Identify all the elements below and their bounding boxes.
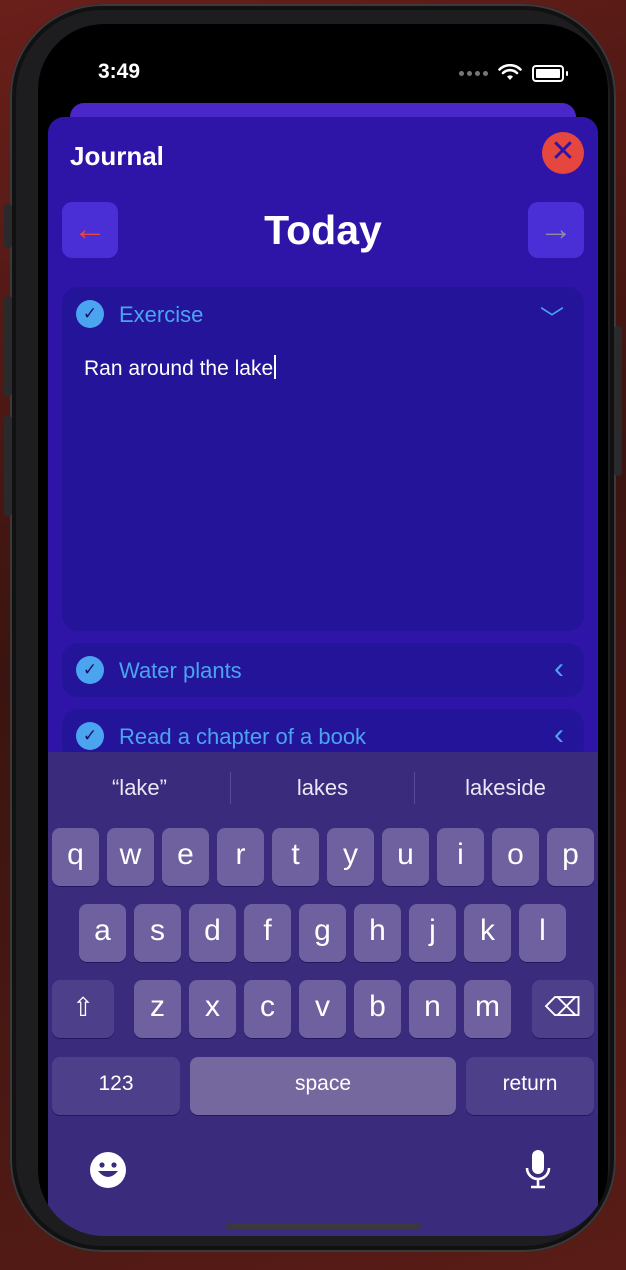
close-button[interactable]: ✕	[542, 132, 584, 174]
delete-icon: ⌫	[544, 992, 582, 1022]
signal-icon	[459, 70, 488, 76]
volume-down-button	[4, 416, 12, 516]
key-d[interactable]: d	[189, 904, 236, 962]
keyboard: “lake” lakes lakeside q w e r t y u i o …	[48, 752, 598, 1236]
key-b[interactable]: b	[354, 980, 401, 1038]
checkmark-icon[interactable]: ✓	[76, 722, 104, 750]
key-s[interactable]: s	[134, 904, 181, 962]
power-button	[614, 326, 622, 476]
key-e[interactable]: e	[162, 828, 209, 886]
volume-up-button	[4, 296, 12, 396]
chevron-left-icon[interactable]: ‹	[554, 718, 564, 752]
suggestion-bar: “lake” lakes lakeside	[48, 766, 598, 810]
task-label: Exercise	[119, 302, 204, 327]
shift-icon: ⇧	[72, 992, 94, 1022]
key-q[interactable]: q	[52, 828, 99, 886]
task-card-water-plants[interactable]: ✓ Water plants ‹	[62, 643, 584, 697]
battery-icon	[532, 64, 564, 82]
key-z[interactable]: z	[134, 980, 181, 1038]
key-o[interactable]: o	[492, 828, 539, 886]
next-day-button[interactable]: →	[528, 202, 584, 258]
checkmark-icon[interactable]: ✓	[76, 300, 104, 328]
task-card-exercise[interactable]: ✓ Exercise ﹀ Ran around the lake	[62, 287, 584, 631]
key-x[interactable]: x	[189, 980, 236, 1038]
chevron-down-icon[interactable]: ﹀	[540, 299, 564, 334]
delete-key[interactable]: ⌫	[532, 980, 594, 1038]
key-i[interactable]: i	[437, 828, 484, 886]
home-indicator[interactable]	[226, 1223, 421, 1229]
status-time: 3:49	[98, 60, 141, 83]
note-text: Ran around the lake	[84, 357, 274, 380]
text-cursor	[274, 355, 277, 379]
task-label: Read a chapter of a book	[119, 724, 367, 749]
close-icon: ✕	[550, 135, 576, 168]
key-w[interactable]: w	[107, 828, 154, 886]
key-f[interactable]: f	[244, 904, 291, 962]
journal-sheet: Journal ✕ ← Today → ✓ Exercise ﹀ Ran aro…	[48, 117, 598, 1236]
emoji-icon[interactable]	[88, 1150, 128, 1190]
key-u[interactable]: u	[382, 828, 429, 886]
numbers-key[interactable]: 123	[52, 1057, 180, 1115]
key-v[interactable]: v	[299, 980, 346, 1038]
microphone-icon[interactable]	[523, 1148, 553, 1192]
mute-switch	[4, 204, 12, 248]
wifi-icon	[498, 64, 522, 80]
battery-tip	[566, 70, 568, 76]
key-l[interactable]: l	[519, 904, 566, 962]
key-n[interactable]: n	[409, 980, 456, 1038]
key-r[interactable]: r	[217, 828, 264, 886]
suggestion-3[interactable]: lakeside	[414, 766, 597, 810]
key-j[interactable]: j	[409, 904, 456, 962]
suggestion-1[interactable]: “lake”	[48, 766, 231, 810]
chevron-left-icon[interactable]: ‹	[554, 652, 564, 686]
day-label: Today	[264, 207, 382, 253]
space-key[interactable]: space	[190, 1057, 456, 1115]
shift-key[interactable]: ⇧	[52, 980, 114, 1038]
key-t[interactable]: t	[272, 828, 319, 886]
task-note-text[interactable]: Ran around the lake	[84, 355, 277, 381]
page-title: Journal	[70, 141, 164, 171]
key-y[interactable]: y	[327, 828, 374, 886]
key-m[interactable]: m	[464, 980, 511, 1038]
task-label: Water plants	[119, 658, 242, 683]
phone-frame: 3:49 Journal ✕ ← Today → ✓ Exercise ﹀ Ra…	[4, 4, 622, 1252]
key-k[interactable]: k	[464, 904, 511, 962]
task-header[interactable]: ✓ Water plants ‹	[62, 643, 584, 697]
key-p[interactable]: p	[547, 828, 594, 886]
arrow-right-icon: →	[539, 210, 573, 248]
checkmark-icon[interactable]: ✓	[76, 656, 104, 684]
key-a[interactable]: a	[79, 904, 126, 962]
suggestion-2[interactable]: lakes	[231, 766, 414, 810]
status-icons	[459, 64, 568, 82]
key-g[interactable]: g	[299, 904, 346, 962]
task-header[interactable]: ✓ Exercise ﹀	[62, 287, 584, 341]
key-h[interactable]: h	[354, 904, 401, 962]
screen: 3:49 Journal ✕ ← Today → ✓ Exercise ﹀ Ra…	[38, 24, 608, 1236]
key-c[interactable]: c	[244, 980, 291, 1038]
return-key[interactable]: return	[466, 1057, 594, 1115]
